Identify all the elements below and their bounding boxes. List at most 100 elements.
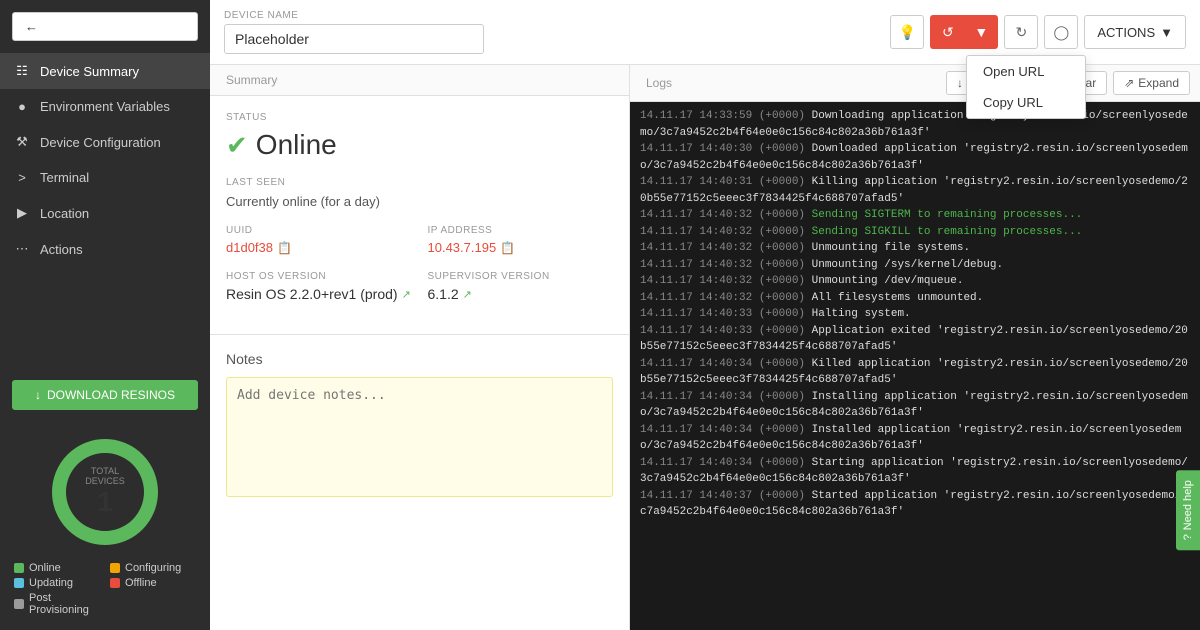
host-os-item: HOST OS VERSION Resin OS 2.2.0+rev1 (pro… [226,271,412,302]
need-help-tab[interactable]: ? Need help [1176,470,1200,550]
sidebar-item-terminal[interactable]: > Terminal [0,160,210,195]
log-entry: 14.11.17 14:40:34 (+0000) Installing app… [640,389,1190,422]
last-seen-value: Currently online (for a day) [226,194,613,209]
log-entry: 14.11.17 14:33:59 (+0000) Downloading ap… [640,108,1190,141]
log-entry: 14.11.17 14:40:34 (+0000) Killed applica… [640,356,1190,389]
legend-dot-post-provisioning [14,599,24,609]
location-icon: ▶ [14,205,30,221]
question-icon: ? [1182,534,1194,540]
globe-icon: ● [14,99,30,114]
status-section: STATUS ✔ Online [226,112,613,161]
status-label: STATUS [226,112,613,123]
restart-button-group: ↺ ▼ [930,15,998,49]
sidebar-item-environment-variables[interactable]: ● Environment Variables [0,89,210,124]
log-entry: 14.11.17 14:40:32 (+0000) All filesystem… [640,290,1190,307]
status-value: Online [256,129,337,161]
supervisor-value: 6.1.2 ↗ [428,286,614,302]
grid-icon: ☷ [14,63,30,79]
download-resinos-button[interactable]: ↓ DOWNLOAD RESINOS [12,380,198,410]
legend-dot-online [14,563,24,573]
host-os-external-link-icon[interactable]: ↗ [402,288,411,301]
log-entry: 14.11.17 14:40:33 (+0000) Halting system… [640,306,1190,323]
ip-label: IP ADDRESS [428,225,614,236]
uuid-value: d1d0f38 📋 [226,240,412,255]
dots-icon: ⋯ [14,241,30,257]
download-icon: ↓ [35,388,41,402]
log-entry: 14.11.17 14:40:33 (+0000) Application ex… [640,323,1190,356]
download-icon: ↓ [957,76,963,90]
donut-chart: TOTAL DEVICES 1 [45,432,165,552]
content-area: Summary STATUS ✔ Online LAST SEEN Curren… [210,65,1200,630]
log-entry: 14.11.17 14:40:30 (+0000) Downloaded app… [640,141,1190,174]
sidebar-item-device-configuration[interactable]: ⚒ Device Configuration [0,124,210,160]
legend-configuring: Configuring [110,562,196,574]
donut-chart-area: TOTAL DEVICES 1 Online Configuring Updat… [0,422,210,630]
log-entry: 14.11.17 14:40:32 (+0000) Unmounting /de… [640,273,1190,290]
top-bar-actions: 💡 ↺ ▼ ↻ ◯ ACTIONS ▼ Open URL Copy URL [890,15,1186,49]
uuid-label: UUID [226,225,412,236]
device-name-label: DEVICE NAME [224,10,484,21]
back-arrow-icon: ← [25,19,38,34]
legend-updating: Updating [14,577,100,589]
expand-logs-button[interactable]: ⇗ Expand [1113,71,1190,95]
supervisor-item: SUPERVISOR VERSION 6.1.2 ↗ [428,271,614,302]
summary-body: STATUS ✔ Online LAST SEEN Currently onli… [210,96,629,334]
logs-panel: Logs ↓ Download 🗑 Clear ⇗ Expand 14.11.1… [630,65,1200,630]
terminal-icon: > [14,170,30,185]
status-check-icon: ✔ [226,130,248,161]
actions-dropdown-button[interactable]: ACTIONS ▼ [1084,15,1186,49]
log-entry: 14.11.17 14:40:31 (+0000) Killing applic… [640,174,1190,207]
uuid-item: UUID d1d0f38 📋 [226,225,412,255]
restart-button[interactable]: ↺ [930,15,964,49]
logs-panel-label: Logs [640,76,672,90]
sidebar-item-actions[interactable]: ⋯ Actions [0,231,210,267]
last-seen-label: LAST SEEN [226,177,613,188]
copy-url-item[interactable]: Copy URL [967,87,1085,118]
power-button[interactable]: ◯ [1044,15,1078,49]
legend-dot-configuring [110,563,120,573]
bulb-icon-button[interactable]: 💡 [890,15,924,49]
legend: Online Configuring Updating Offline Post… [14,562,196,616]
expand-icon: ⇗ [1124,76,1134,90]
sidebar-item-device-summary[interactable]: ☷ Device Summary [0,53,210,89]
uuid-copy-icon[interactable]: 📋 [277,241,292,255]
legend-offline: Offline [110,577,196,589]
notes-textarea[interactable] [226,377,613,497]
uuid-ip-grid: UUID d1d0f38 📋 IP ADDRESS 10.43.7.195 📋 [226,225,613,255]
log-entry: 14.11.17 14:40:32 (+0000) Unmounting fil… [640,240,1190,257]
notes-section: Notes [210,334,629,630]
sidebar-item-location[interactable]: ▶ Location [0,195,210,231]
log-entry: 14.11.17 14:40:37 (+0000) Started applic… [640,488,1190,521]
legend-dot-offline [110,578,120,588]
refresh-button[interactable]: ↻ [1004,15,1038,49]
supervisor-label: SUPERVISOR VERSION [428,271,614,282]
log-entry: 14.11.17 14:40:32 (+0000) Unmounting /sy… [640,257,1190,274]
summary-panel: Summary STATUS ✔ Online LAST SEEN Curren… [210,65,630,630]
host-os-label: HOST OS VERSION [226,271,412,282]
sidebar-nav: ☷ Device Summary ● Environment Variables… [0,53,210,368]
ip-item: IP ADDRESS 10.43.7.195 📋 [428,225,614,255]
log-entry: 14.11.17 14:40:34 (+0000) Installed appl… [640,422,1190,455]
ip-value: 10.43.7.195 📋 [428,240,614,255]
url-dropdown-menu: Open URL Copy URL [966,55,1086,119]
log-entry: 14.11.17 14:40:32 (+0000) Sending SIGKIL… [640,224,1190,241]
open-url-item[interactable]: Open URL [967,56,1085,87]
notes-label: Notes [226,351,613,367]
chevron-down-icon: ▼ [1160,25,1173,40]
back-button[interactable]: ← [12,12,198,41]
device-name-section: DEVICE NAME [224,10,484,54]
supervisor-external-link-icon[interactable]: ↗ [463,288,472,301]
device-name-input[interactable] [224,24,484,54]
status-online-display: ✔ Online [226,129,613,161]
sidebar: ← ☷ Device Summary ● Environment Variabl… [0,0,210,630]
log-entry: 14.11.17 14:40:34 (+0000) Starting appli… [640,455,1190,488]
legend-dot-updating [14,578,24,588]
ip-copy-icon[interactable]: 📋 [500,241,515,255]
restart-dropdown-button[interactable]: ▼ [964,15,998,49]
version-info: HOST OS VERSION Resin OS 2.2.0+rev1 (pro… [226,271,613,302]
logs-body[interactable]: 14.11.17 14:33:59 (+0000) Downloading ap… [630,102,1200,630]
legend-post-provisioning: Post Provisioning [14,592,100,616]
legend-online: Online [14,562,100,574]
main-content: DEVICE NAME 💡 ↺ ▼ ↻ ◯ ACTIONS ▼ Open URL… [210,0,1200,630]
logs-toolbar: Logs ↓ Download 🗑 Clear ⇗ Expand [630,65,1200,102]
